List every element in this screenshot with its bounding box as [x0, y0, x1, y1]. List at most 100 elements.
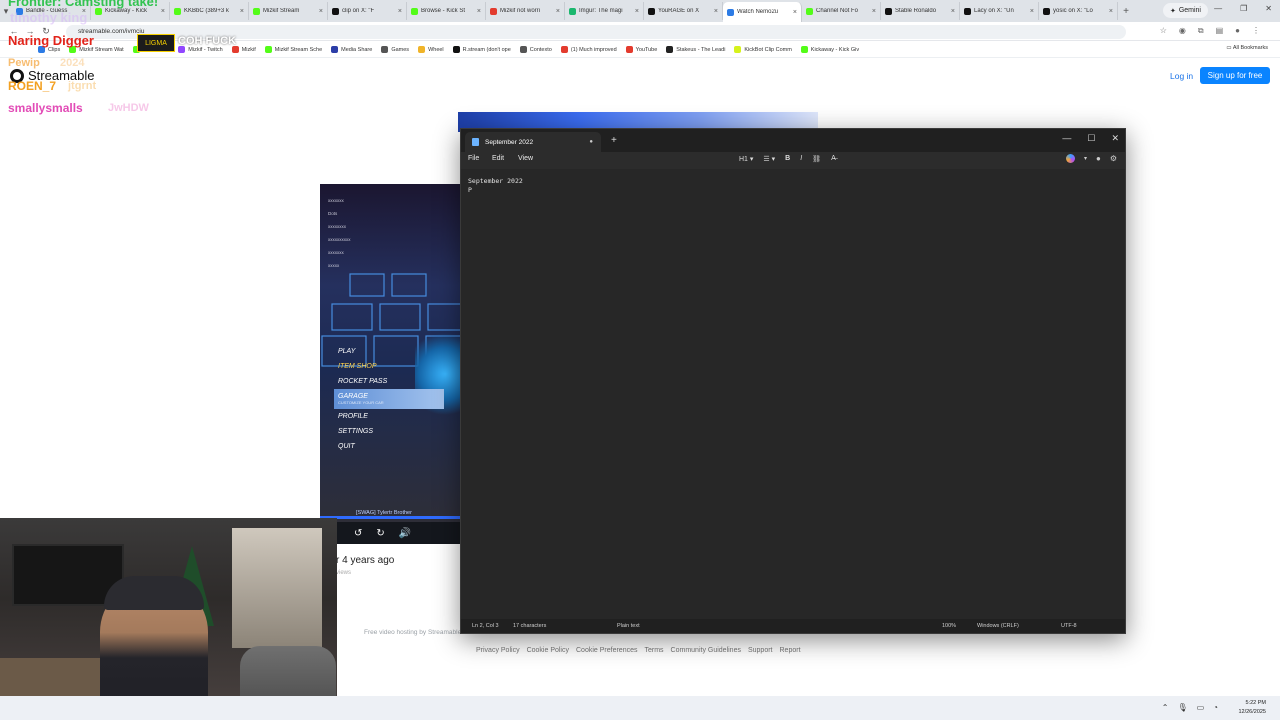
menu-edit[interactable]: Edit: [492, 155, 504, 162]
bookmark-label: KickBot Clip Comm: [744, 46, 792, 53]
sidebar-icon[interactable]: ▤: [1216, 26, 1224, 36]
bookmark-item[interactable]: Contexto: [519, 46, 552, 53]
encoding[interactable]: UTF-8: [1061, 623, 1077, 629]
bookmark-label: YouTube: [635, 46, 658, 53]
puzzle-icon[interactable]: ⧉: [1198, 26, 1204, 36]
tab-favicon-icon: [648, 7, 655, 15]
network-icon[interactable]: ▭: [1197, 703, 1205, 712]
browser-tab[interactable]: Lacy on X: "Un ×: [960, 2, 1039, 20]
taskbar-clock[interactable]: 5:22 PM 12/26/2025: [1238, 699, 1266, 717]
footer-link[interactable]: Cookie Policy: [527, 647, 569, 654]
notepad-maximize-button[interactable]: ☐: [1087, 133, 1095, 144]
tab-close-icon[interactable]: ×: [161, 8, 165, 15]
gemini-button[interactable]: ✦ Gemini: [1162, 3, 1208, 18]
notepad-new-tab-button[interactable]: +: [611, 135, 617, 146]
bookmark-item[interactable]: (1) Much improved: [560, 46, 617, 53]
heading-dropdown[interactable]: H1 ▾: [739, 155, 753, 163]
avatar[interactable]: ●: [1235, 26, 1240, 36]
tab-close-icon[interactable]: ×: [714, 8, 718, 15]
browser-tab[interactable]: yosic on X: "Lo ×: [1039, 2, 1118, 20]
bookmark-item[interactable]: Mizkif: [231, 46, 256, 53]
mic-icon[interactable]: 🎙: [1177, 703, 1187, 712]
link-icon[interactable]: ⛓: [812, 155, 821, 163]
bookmark-item[interactable]: Stakeus - The Leadi: [666, 46, 725, 53]
close-button[interactable]: ✕: [1265, 4, 1272, 13]
zoom-level[interactable]: 100%: [942, 623, 956, 629]
copilot-dropdown-icon[interactable]: ▾: [1084, 155, 1087, 162]
account-icon[interactable]: ●: [1096, 154, 1101, 163]
maximize-button[interactable]: ❐: [1240, 4, 1247, 13]
star-icon[interactable]: ☆: [1160, 26, 1167, 36]
notepad-minimize-button[interactable]: —: [1062, 133, 1071, 144]
tab-close-icon[interactable]: ×: [1109, 8, 1113, 15]
video-progress-bar[interactable]: [320, 516, 460, 519]
tab-close-icon[interactable]: ●: [589, 139, 593, 145]
footer-link[interactable]: Support: [748, 647, 773, 654]
settings-gear-icon[interactable]: ⚙: [1110, 154, 1117, 163]
footer-link[interactable]: Community Guidelines: [671, 647, 741, 654]
bookmark-favicon-icon: [231, 46, 239, 53]
notepad-close-button[interactable]: ✕: [1111, 133, 1119, 144]
footer-link[interactable]: Privacy Policy: [476, 647, 520, 654]
login-link[interactable]: Log in: [1170, 71, 1193, 81]
bookmark-item[interactable]: YouTube: [625, 46, 658, 53]
browser-tab[interactable]: Stable Ronaldo ×: [881, 2, 960, 20]
line-endings[interactable]: Windows (CRLF): [977, 623, 1019, 629]
all-bookmarks-button[interactable]: ▭ All Bookmarks: [1226, 45, 1268, 51]
signup-button[interactable]: Sign up for free: [1200, 67, 1270, 84]
bookmark-item[interactable]: R.stream (don't ope: [452, 46, 511, 53]
footer-link[interactable]: Cookie Preferences: [576, 647, 637, 654]
volume-icon[interactable]: 🔊: [399, 528, 411, 539]
view-count: views: [336, 570, 352, 576]
rewind-icon[interactable]: ↺: [354, 528, 362, 539]
volume-tray-icon[interactable]: ◔: [1213, 703, 1218, 712]
forward-icon[interactable]: ↻: [376, 528, 384, 539]
clear-format-icon[interactable]: A̶: [831, 155, 836, 163]
hosting-text: Free video hosting by Streamable: [364, 629, 462, 636]
browser-tab[interactable]: Mizkif not worri ×: [486, 2, 565, 20]
tab-close-icon[interactable]: ×: [635, 8, 639, 15]
browser-tab[interactable]: Channel Not Fo ×: [802, 2, 881, 20]
bookmark-item[interactable]: KickBot Clip Comm: [734, 46, 792, 53]
tray-chevron-icon[interactable]: ⌃: [1162, 703, 1169, 712]
bookmark-item[interactable]: Games: [381, 46, 409, 53]
browser-tab[interactable]: Imgur: The magi ×: [565, 2, 644, 20]
menu-file[interactable]: File: [468, 155, 479, 162]
browser-tab[interactable]: Watch Nemo2u ×: [723, 2, 802, 22]
more-icon[interactable]: ⋮: [1252, 26, 1260, 36]
footer-link[interactable]: Report: [780, 647, 801, 654]
bookmark-item[interactable]: Kickaway - Kick Giv: [800, 46, 859, 53]
copilot-icon[interactable]: [1065, 154, 1075, 163]
text-format[interactable]: Plain text: [617, 623, 640, 629]
extension-icon[interactable]: ◉: [1179, 26, 1186, 36]
notepad-tab[interactable]: September 2022 ●: [465, 132, 601, 152]
browser-tab[interactable]: Browse - Kick St ×: [407, 2, 486, 20]
tab-close-icon[interactable]: ×: [319, 8, 323, 15]
list-dropdown-icon[interactable]: ☰ ▾: [763, 155, 775, 163]
tab-close-icon[interactable]: ×: [951, 8, 955, 15]
game-menu-item: QUIT: [334, 439, 444, 454]
tab-close-icon[interactable]: ×: [477, 8, 481, 15]
bookmark-item[interactable]: Media Share: [331, 46, 372, 53]
browser-tab[interactable]: YouRAGE on X ×: [644, 2, 723, 20]
tab-close-icon[interactable]: ×: [872, 8, 876, 15]
browser-tab[interactable]: KKBbC (389+3 k ×: [170, 2, 249, 20]
new-tab-button[interactable]: +: [1118, 6, 1134, 17]
tab-close-icon[interactable]: ×: [398, 8, 402, 15]
video-player[interactable]: xxxxxxx Dots xxxxxxxx xxxxxxxxxx xxxxxxx xxxx…: [320, 184, 460, 522]
browser-tab[interactable]: Mizkif Stream ×: [249, 2, 328, 20]
bold-icon[interactable]: B: [785, 155, 790, 163]
minimize-button[interactable]: —: [1214, 4, 1222, 13]
tab-close-icon[interactable]: ×: [240, 8, 244, 15]
tab-close-icon[interactable]: ×: [556, 8, 560, 15]
browser-tab[interactable]: clip on X: "F ×: [328, 2, 407, 20]
bookmark-item[interactable]: Mizkif - Twitch: [178, 46, 223, 53]
tab-close-icon[interactable]: ×: [1030, 8, 1034, 15]
footer-link[interactable]: Terms: [644, 647, 663, 654]
italic-icon[interactable]: I: [800, 155, 802, 163]
notepad-text-area[interactable]: September 2022 P: [461, 169, 1125, 619]
bookmark-item[interactable]: Wheel: [418, 46, 444, 53]
bookmark-item[interactable]: Mizkif Stream Sche: [264, 46, 322, 53]
tab-close-icon[interactable]: ×: [793, 9, 797, 16]
menu-view[interactable]: View: [518, 155, 533, 162]
